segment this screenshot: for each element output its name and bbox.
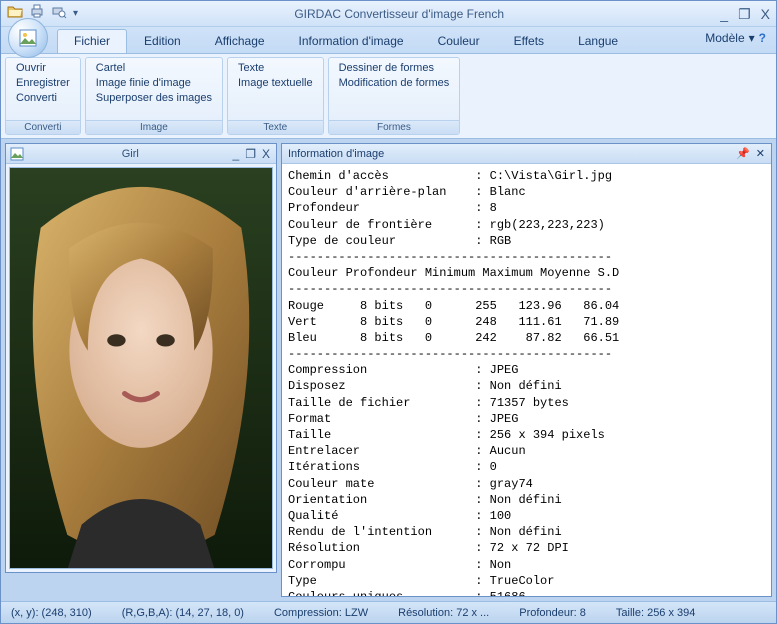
app-orb-button[interactable] <box>8 18 48 58</box>
ribbon-body: Ouvrir Enregistrer Converti Converti Car… <box>1 53 776 139</box>
workspace: Girl _ ❐ X <box>1 139 776 601</box>
tab-information[interactable]: Information d'image <box>282 29 421 53</box>
ribbon-tabs: Fichier Edition Affichage Information d'… <box>1 27 776 53</box>
tab-couleur[interactable]: Couleur <box>421 29 497 53</box>
cmd-image-finie[interactable]: Image finie d'image <box>96 77 212 89</box>
status-bar: (x, y): (248, 310) (R,G,B,A): (14, 27, 1… <box>1 601 776 623</box>
document-title: Girl <box>28 148 233 160</box>
status-size: Taille: 256 x 394 <box>616 607 696 619</box>
tab-langue[interactable]: Langue <box>561 29 635 53</box>
photo-placeholder <box>10 168 272 568</box>
pin-icon[interactable]: 📌 <box>736 147 750 160</box>
minimize-button[interactable]: _ <box>720 7 728 21</box>
status-rgba: (R,G,B,A): (14, 27, 18, 0) <box>122 607 244 619</box>
app-window: ▾ GIRDAC Convertisseur d'image French _ … <box>0 0 777 624</box>
info-panel-title: Information d'image <box>288 148 730 160</box>
restore-button[interactable]: ❐ <box>738 7 751 21</box>
status-resolution: Résolution: 72 x ... <box>398 607 489 619</box>
status-xy: (x, y): (248, 310) <box>11 607 92 619</box>
info-panel-body[interactable]: Chemin d'accès : C:\Vista\Girl.jpg Coule… <box>282 164 771 596</box>
cmd-superposer[interactable]: Superposer des images <box>96 92 212 104</box>
help-icon[interactable]: ? <box>759 31 766 45</box>
app-title: GIRDAC Convertisseur d'image French <box>78 7 720 21</box>
cmd-converti[interactable]: Converti <box>16 92 70 104</box>
chevron-down-icon: ▾ <box>749 31 755 45</box>
ribbon-group-converti: Ouvrir Enregistrer Converti Converti <box>5 57 81 135</box>
modele-label: Modèle <box>705 31 744 45</box>
doc-minimize-button[interactable]: _ <box>233 147 240 161</box>
group-label-formes: Formes <box>329 120 460 134</box>
ribbon-group-texte: Texte Image textuelle Texte <box>227 57 324 135</box>
info-panel: Information d'image 📌 ✕ Chemin d'accès :… <box>281 143 772 597</box>
ribbon-group-formes: Dessiner de formes Modification de forme… <box>328 57 461 135</box>
document-window: Girl _ ❐ X <box>5 143 277 573</box>
right-pane: Information d'image 📌 ✕ Chemin d'accès :… <box>281 139 776 601</box>
document-titlebar: Girl _ ❐ X <box>6 144 276 164</box>
cmd-enregistrer[interactable]: Enregistrer <box>16 77 70 89</box>
cmd-ouvrir[interactable]: Ouvrir <box>16 62 70 74</box>
panel-close-icon[interactable]: ✕ <box>756 147 765 160</box>
status-compression: Compression: LZW <box>274 607 368 619</box>
cmd-texte[interactable]: Texte <box>238 62 313 74</box>
cmd-dessiner-formes[interactable]: Dessiner de formes <box>339 62 450 74</box>
cmd-image-textuelle[interactable]: Image textuelle <box>238 77 313 89</box>
doc-close-button[interactable]: X <box>262 147 270 161</box>
cmd-cartel[interactable]: Cartel <box>96 62 212 74</box>
group-label-converti: Converti <box>6 120 80 134</box>
status-depth: Profondeur: 8 <box>519 607 586 619</box>
tab-edition[interactable]: Edition <box>127 29 198 53</box>
tab-effets[interactable]: Effets <box>497 29 561 53</box>
print-preview-icon[interactable] <box>51 3 67 24</box>
tab-fichier[interactable]: Fichier <box>57 29 127 53</box>
tab-affichage[interactable]: Affichage <box>198 29 282 53</box>
doc-restore-button[interactable]: ❐ <box>245 147 256 161</box>
left-pane: Girl _ ❐ X <box>1 139 281 601</box>
document-image-viewport[interactable] <box>9 167 273 569</box>
group-label-texte: Texte <box>228 120 323 134</box>
modele-dropdown[interactable]: Modèle ▾ ? <box>705 31 766 45</box>
cmd-modif-formes[interactable]: Modification de formes <box>339 77 450 89</box>
close-button[interactable]: X <box>761 7 770 21</box>
window-controls: _ ❐ X <box>720 7 770 21</box>
ribbon-group-image: Cartel Image finie d'image Superposer de… <box>85 57 223 135</box>
title-bar: ▾ GIRDAC Convertisseur d'image French _ … <box>1 1 776 27</box>
document-icon <box>10 147 24 161</box>
image-icon <box>18 28 38 48</box>
group-label-image: Image <box>86 120 222 134</box>
info-panel-header: Information d'image 📌 ✕ <box>282 144 771 164</box>
